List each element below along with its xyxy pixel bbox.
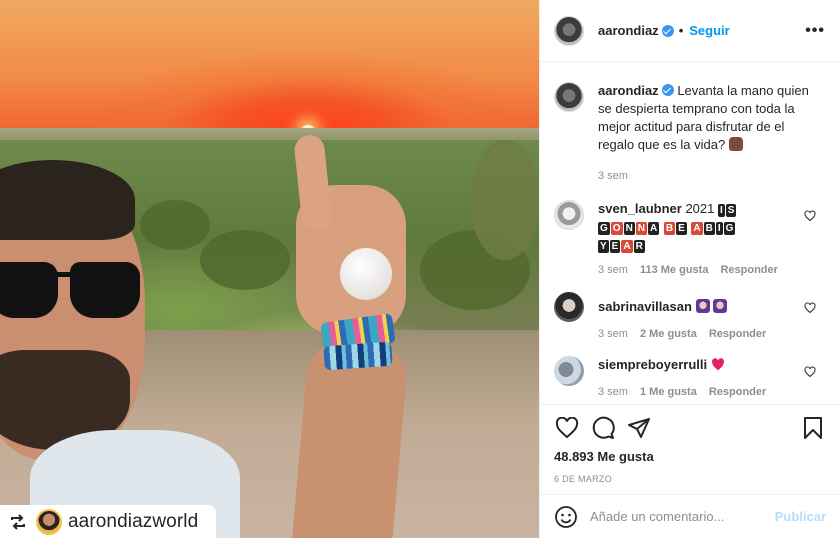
post-date[interactable]: 6 DE MARZO bbox=[554, 474, 826, 484]
like-heart-icon[interactable] bbox=[554, 415, 580, 441]
reply-button[interactable]: Responder bbox=[720, 264, 777, 276]
comment-username[interactable]: siempreboyerrulli bbox=[598, 357, 707, 372]
verified-icon bbox=[661, 84, 674, 96]
letter-badge: B bbox=[703, 222, 715, 235]
raised-hand-icon bbox=[728, 137, 743, 151]
avatar[interactable] bbox=[554, 292, 584, 322]
repost-avatar bbox=[36, 508, 62, 535]
letter-badge: A bbox=[691, 222, 703, 235]
letter-badge: N bbox=[635, 222, 648, 235]
post-actions: 48.893 Me gusta 6 DE MARZO bbox=[540, 404, 839, 494]
publish-button[interactable]: Publicar bbox=[775, 509, 826, 524]
woman-emoji-icon bbox=[713, 299, 728, 313]
comments-list[interactable]: aarondiaz Levanta la mano quien se despi… bbox=[540, 62, 839, 404]
letter-badge: G bbox=[598, 222, 610, 235]
red-heart-icon bbox=[711, 358, 724, 371]
avatar[interactable] bbox=[554, 356, 584, 386]
bookmark-icon[interactable] bbox=[800, 415, 826, 441]
comment-likes[interactable]: 1 Me gusta bbox=[640, 386, 697, 398]
follow-button[interactable]: Seguir bbox=[689, 23, 729, 38]
letter-badge: R bbox=[633, 240, 645, 253]
letter-badge: Y bbox=[598, 240, 609, 253]
repost-tag[interactable]: aarondiazworld bbox=[0, 505, 216, 538]
avatar[interactable] bbox=[554, 15, 584, 46]
comment-username[interactable]: sabrinavillasan bbox=[598, 299, 692, 314]
emoji-picker-icon[interactable] bbox=[554, 505, 578, 529]
avatar[interactable] bbox=[554, 82, 584, 112]
share-paper-plane-icon[interactable] bbox=[626, 415, 652, 441]
verified-icon bbox=[661, 24, 674, 37]
post-image[interactable]: aarondiazworld bbox=[0, 0, 539, 538]
woman-emoji-icon bbox=[695, 299, 710, 313]
caption-time[interactable]: 3 sem bbox=[598, 170, 628, 182]
letter-badge: G bbox=[723, 222, 736, 235]
comment-username[interactable]: sven_laubner bbox=[598, 201, 682, 216]
letter-badge: N bbox=[623, 222, 635, 235]
letter-badge: A bbox=[621, 240, 633, 253]
post-panel: aarondiaz • Seguir ••• aarondiaz Levanta… bbox=[539, 0, 839, 538]
comment-time[interactable]: 3 sem bbox=[598, 328, 628, 340]
caption: aarondiaz Levanta la mano quien se despi… bbox=[554, 82, 826, 182]
repost-icon bbox=[8, 512, 28, 532]
letter-badge: E bbox=[676, 222, 687, 235]
letter-badge: I bbox=[718, 204, 725, 217]
comment: sven_laubner 2021 IS GONNA BE ABIG YEAR … bbox=[554, 200, 826, 276]
more-options-icon[interactable]: ••• bbox=[805, 22, 825, 40]
letter-badge: I bbox=[715, 222, 723, 235]
tree bbox=[200, 230, 290, 290]
tree bbox=[470, 140, 539, 260]
comment-time[interactable]: 3 sem bbox=[598, 386, 628, 398]
comment-time[interactable]: 3 sem bbox=[598, 264, 628, 276]
add-comment-bar: Publicar bbox=[540, 494, 839, 538]
repost-username[interactable]: aarondiazworld bbox=[68, 511, 198, 533]
letter-badge: S bbox=[725, 204, 737, 217]
comment-text: 2021 bbox=[685, 201, 715, 216]
comment-input[interactable] bbox=[590, 509, 767, 524]
comment-bubble-icon[interactable] bbox=[590, 415, 616, 441]
reply-button[interactable]: Responder bbox=[709, 328, 766, 340]
separator-dot: • bbox=[678, 23, 684, 38]
white-ball bbox=[340, 248, 392, 300]
heart-icon[interactable] bbox=[804, 302, 816, 314]
sunglasses bbox=[0, 262, 145, 322]
sunset-sky bbox=[0, 0, 539, 130]
letter-badge: E bbox=[609, 240, 621, 253]
comment: sabrinavillasan 3 sem 2 Me gusta Respond… bbox=[554, 292, 826, 340]
post-header: aarondiaz • Seguir ••• bbox=[540, 0, 839, 62]
comment: siempreboyerrulli 3 sem 1 Me gusta Respo… bbox=[554, 356, 826, 398]
letter-badge: B bbox=[663, 222, 676, 235]
letter-badge: A bbox=[648, 222, 660, 235]
letter-badge: O bbox=[610, 222, 623, 235]
tree bbox=[140, 200, 210, 250]
heart-icon[interactable] bbox=[804, 210, 816, 222]
author-username[interactable]: aarondiaz bbox=[598, 23, 659, 38]
avatar[interactable] bbox=[554, 200, 584, 230]
bracelet bbox=[323, 341, 393, 371]
heart-icon[interactable] bbox=[804, 366, 816, 378]
caption-username[interactable]: aarondiaz bbox=[598, 83, 659, 98]
comment-likes[interactable]: 2 Me gusta bbox=[640, 328, 697, 340]
comment-likes[interactable]: 113 Me gusta bbox=[640, 264, 708, 276]
reply-button[interactable]: Responder bbox=[709, 386, 766, 398]
likes-count[interactable]: 48.893 Me gusta bbox=[554, 449, 826, 464]
